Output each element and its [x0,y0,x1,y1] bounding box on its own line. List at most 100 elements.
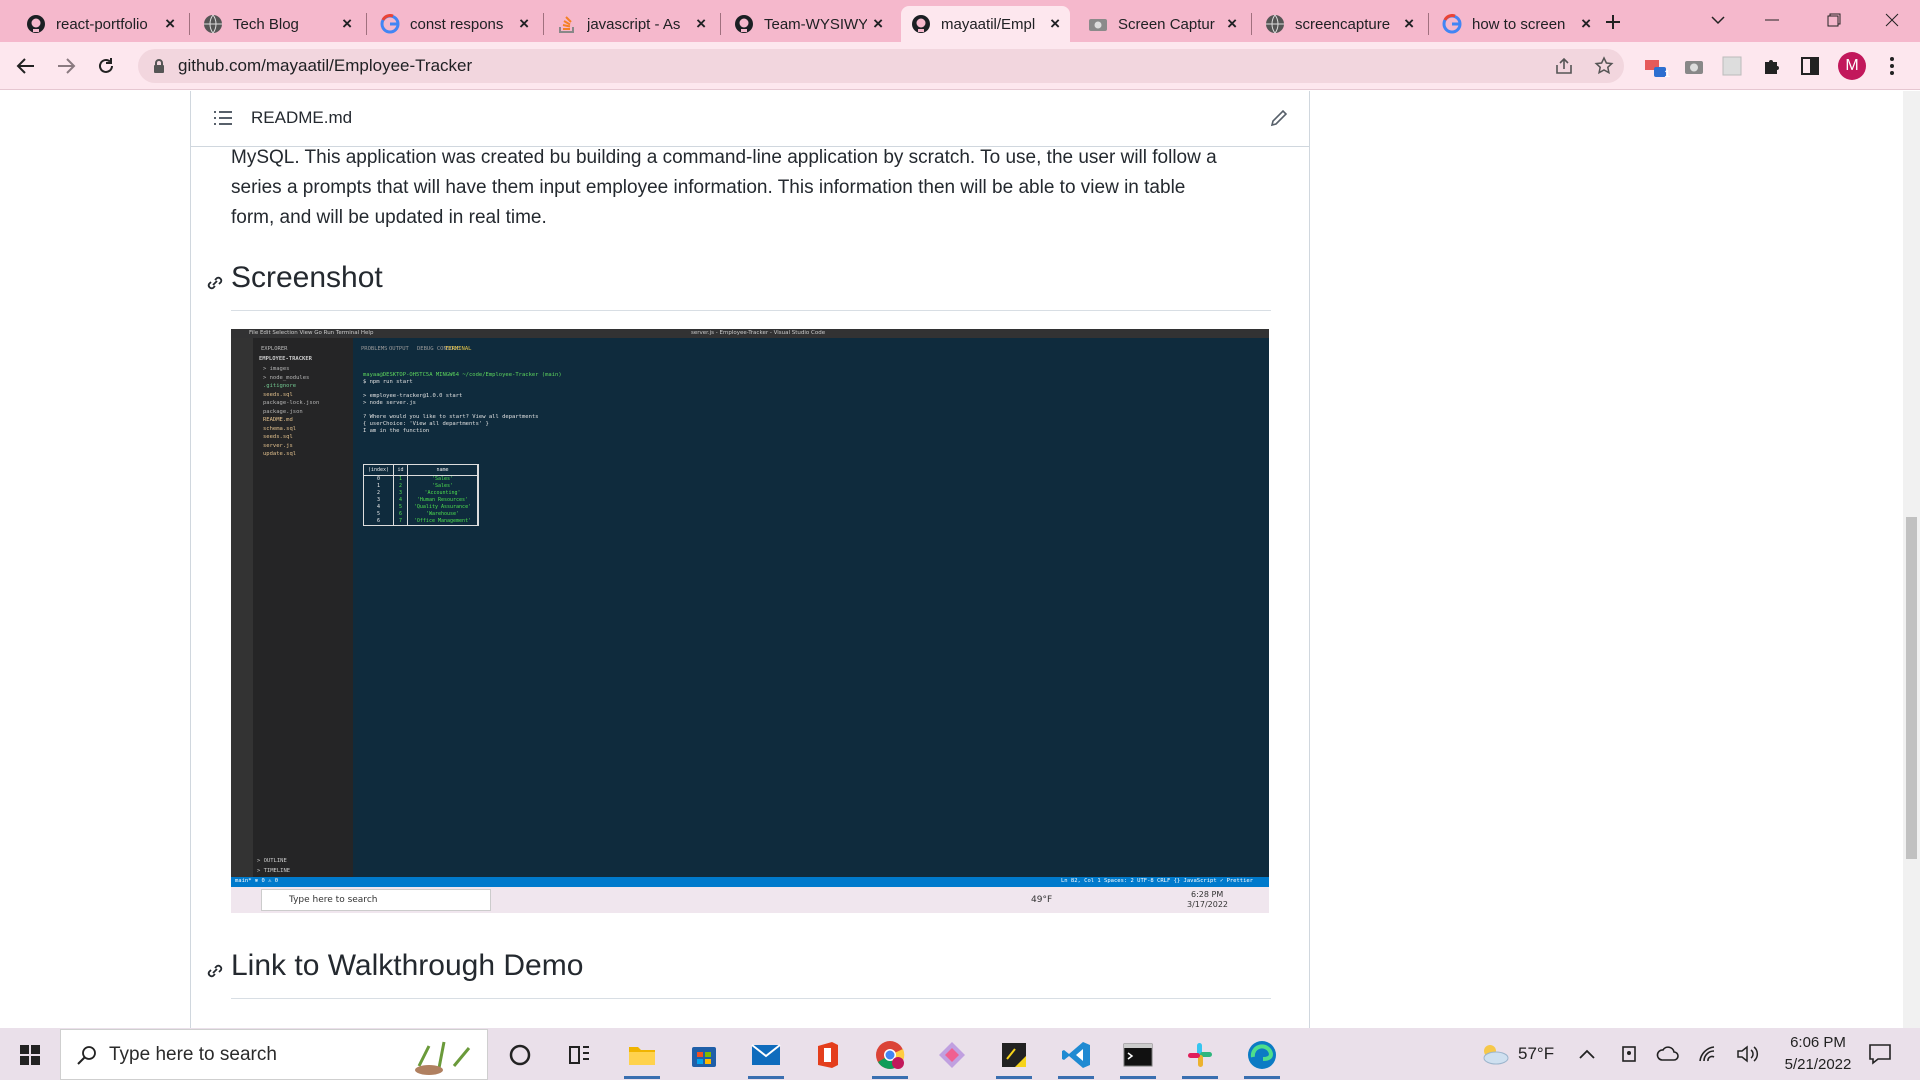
tray-volume[interactable] [1736,1028,1760,1080]
start-button[interactable] [6,1034,54,1076]
meet-icon [1622,1046,1636,1062]
taskbar-terminal[interactable] [1114,1034,1162,1079]
tab-4[interactable]: Team-WYSIWY × [724,6,893,42]
share-icon[interactable] [1554,57,1574,75]
taskbar-chrome[interactable] [866,1034,914,1079]
address-bar[interactable]: github.com/mayaatil/Employee-Tracker [138,49,1624,83]
terminal-line: > node server.js [363,400,416,406]
close-tab-icon[interactable]: × [519,14,529,34]
table-cell: 7 [394,518,408,525]
explorer-file: > node_modules [263,374,310,381]
restore-button[interactable] [1806,0,1862,40]
vscode-terminal: PROBLEMS OUTPUT DEBUG CONSOLE TERMINAL maya… [353,338,1269,887]
extension-2-button[interactable] [1678,50,1710,82]
close-tab-icon[interactable]: × [1050,14,1060,34]
tray-clock[interactable]: 6:06 PM 5/21/2022 [1778,1032,1858,1076]
profile-button[interactable]: M [1836,50,1868,82]
taskbar-mail[interactable] [742,1034,790,1079]
extension-badge: 1 [1664,69,1670,80]
table-cell: 3 [364,497,394,504]
taskbar-vscode[interactable] [1052,1034,1100,1079]
minimize-button[interactable] [1744,0,1800,40]
close-tab-icon[interactable]: × [165,14,175,34]
camera-icon [1089,19,1107,31]
terminal-line: { userChoice: 'View all departments' } [363,421,489,427]
clock-date: 5/21/2022 [1784,1056,1852,1073]
edit-pencil-icon[interactable] [1269,108,1289,128]
link-anchor-icon[interactable] [205,961,225,981]
vscode-statusbar: main* ⊗ 0 ⚠ 0 Ln 82, Col 1 Spaces: 2 UTF… [231,877,1269,887]
taskbar-search-box[interactable]: Type here to search [60,1029,488,1080]
tab-2[interactable]: const respons × [370,6,539,42]
tab-1[interactable]: Tech Blog × [193,6,362,42]
readme-filename: README.md [251,107,353,127]
side-panel-button[interactable] [1794,50,1826,82]
table-cell: 0 [364,476,394,483]
close-tab-icon[interactable]: × [1227,14,1237,34]
vertical-scrollbar[interactable] [1903,91,1920,1028]
tab-title: how to screen [1472,15,1566,33]
tray-weather[interactable]: 57°F [1478,1028,1554,1080]
taskbar-store[interactable] [680,1034,728,1076]
circle-icon [509,1044,531,1066]
panel-tab: PROBLEMS [361,346,388,352]
tab-8[interactable]: how to screen × [1432,6,1601,42]
taskbar-edge[interactable] [1238,1034,1286,1079]
taskbar-office[interactable] [804,1034,852,1076]
table-cell: 4 [394,497,408,504]
vscode-activity-bar [231,338,253,887]
screenshot-heading: Screenshot [231,261,383,294]
close-tab-icon[interactable]: × [873,14,883,34]
taskbar-file-explorer[interactable] [618,1034,666,1079]
forward-button[interactable] [50,50,82,82]
google-icon [380,14,400,34]
tab-7[interactable]: screencapture × [1255,6,1424,42]
close-tab-icon[interactable]: × [342,14,352,34]
tab-3[interactable]: javascript - As × [547,6,716,42]
table-cell: 6 [394,511,408,518]
table-row: 1 2 'Sales' [364,483,478,490]
menu-button[interactable] [1876,50,1908,82]
tab-separator [720,13,721,35]
close-tab-icon[interactable]: × [1404,14,1414,34]
extensions-button[interactable] [1756,50,1788,82]
close-tab-icon[interactable]: × [696,14,706,34]
folder-icon [629,1047,655,1065]
close-window-button[interactable] [1864,0,1920,40]
intro-line: form, and will be updated in real time. [231,207,547,228]
taskbar-slack[interactable] [1176,1034,1224,1079]
back-button[interactable] [10,50,42,82]
outline-list-icon[interactable] [213,110,233,126]
tab-5[interactable]: mayaatil/Empl × [901,6,1070,42]
kebab-menu-icon [1890,57,1894,75]
task-view-button[interactable] [556,1034,604,1076]
scrollbar-thumb[interactable] [1906,517,1917,859]
github-icon [27,15,45,33]
link-anchor-icon[interactable] [205,273,225,293]
tray-meet[interactable] [1620,1028,1640,1080]
tab-0[interactable]: react-portfolio × [16,6,185,42]
notification-button[interactable] [1868,1028,1892,1080]
extension-1-button[interactable]: 1 [1640,50,1672,82]
restore-icon [1827,13,1841,27]
cortana-button[interactable] [496,1034,544,1076]
table-cell: 2 [394,483,408,490]
panel-tab: TERMINAL [445,346,472,352]
new-tab-button[interactable] [1598,8,1628,36]
extension-3-button[interactable] [1716,50,1748,82]
heading-divider [231,310,1271,311]
close-tab-icon[interactable]: × [1581,14,1591,34]
taskbar-git[interactable] [928,1034,976,1076]
bookmark-star-icon[interactable] [1594,56,1614,76]
tab-search-button[interactable] [1690,0,1746,40]
tray-overflow[interactable] [1578,1028,1596,1080]
tray-network[interactable] [1698,1028,1720,1080]
readme-screenshot-image[interactable]: File Edit Selection View Go Run Terminal… [231,329,1269,913]
table-row: 3 4 'Human Resources' [364,497,478,504]
embedded-search-text: Type here to search [289,895,378,905]
tab-6[interactable]: Screen Captur × [1078,6,1247,42]
tray-onedrive[interactable] [1656,1028,1680,1080]
taskbar-sticky-notes[interactable] [990,1034,1038,1079]
avatar: M [1838,52,1866,80]
reload-button[interactable] [90,50,122,82]
